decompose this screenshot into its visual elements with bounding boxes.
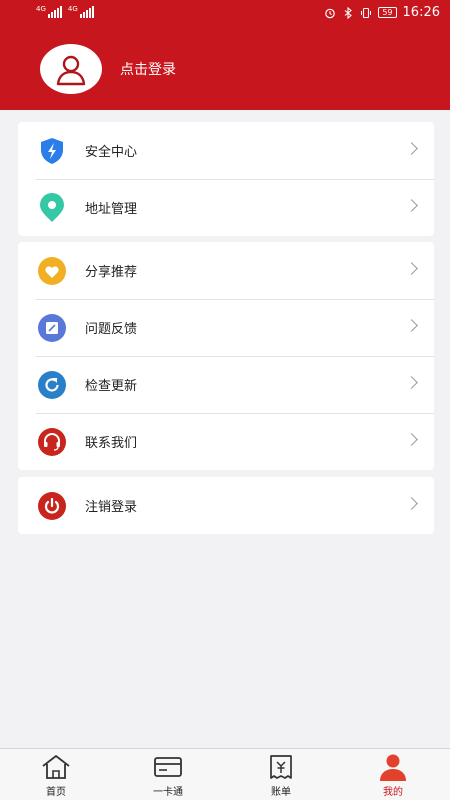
menu-group-1: 安全中心 地址管理: [18, 122, 434, 236]
chevron-right-icon: [405, 319, 418, 332]
chevron-right-icon: [405, 433, 418, 446]
bluetooth-icon: [344, 6, 353, 19]
menu-item-label: 地址管理: [85, 202, 138, 217]
tab-bill[interactable]: 账单: [246, 753, 316, 798]
headset-icon: [36, 426, 68, 458]
alarm-icon: [325, 8, 336, 18]
shield-lightning-icon: [36, 135, 68, 167]
user-icon: [56, 55, 86, 86]
menu-item-check-update[interactable]: 检查更新: [18, 356, 434, 413]
network-type-label: 4G: [36, 5, 46, 13]
menu-item-label: 问题反馈: [85, 322, 138, 337]
menu-item-label: 检查更新: [85, 379, 138, 394]
tab-label: 我的: [383, 787, 403, 798]
menu-item-contact-us[interactable]: 联系我们: [18, 413, 434, 470]
power-icon: [36, 490, 68, 522]
menu-item-label: 安全中心: [85, 145, 138, 160]
feedback-edit-icon: [36, 312, 68, 344]
chevron-right-icon: [405, 199, 418, 212]
tab-label: 账单: [271, 787, 291, 798]
signal-icon: 4G: [36, 6, 62, 18]
menu-item-label: 分享推荐: [85, 265, 138, 280]
menu-group-3: 注销登录: [18, 477, 434, 534]
card-icon: [151, 753, 185, 781]
menu-item-label: 注销登录: [85, 500, 138, 515]
battery-icon: 59: [378, 7, 397, 18]
avatar[interactable]: [40, 44, 102, 94]
login-entry[interactable]: 点击登录: [40, 44, 176, 94]
login-link[interactable]: 点击登录: [120, 59, 176, 79]
menu-item-security-center[interactable]: 安全中心: [18, 122, 434, 179]
chevron-right-icon: [405, 376, 418, 389]
profile-header: 4G 4G 59 16:26 点击登录: [0, 0, 450, 110]
tab-label: 首页: [46, 787, 66, 798]
tab-home[interactable]: 首页: [21, 753, 91, 798]
clock: 16:26: [402, 5, 440, 20]
signal-icon: 4G: [68, 6, 94, 18]
chevron-right-icon: [405, 142, 418, 155]
refresh-icon: [36, 369, 68, 401]
tab-card[interactable]: 一卡通: [133, 753, 203, 798]
menu-item-logout[interactable]: 注销登录: [18, 477, 434, 534]
chevron-right-icon: [405, 497, 418, 510]
vibrate-icon: [361, 7, 372, 18]
home-icon: [39, 753, 73, 781]
menu-item-feedback[interactable]: 问题反馈: [18, 299, 434, 356]
bottom-tab-bar: 首页 一卡通 账单 我的: [0, 748, 450, 800]
menu-group-2: 分享推荐 问题反馈 检查更新 联系我们: [18, 242, 434, 470]
chevron-right-icon: [405, 262, 418, 275]
status-bar: 4G 4G 59 16:26: [0, 0, 450, 28]
heart-icon: [36, 255, 68, 287]
user-icon: [376, 753, 410, 781]
menu-item-share[interactable]: 分享推荐: [18, 242, 434, 299]
network-type-label: 4G: [67, 5, 78, 13]
tab-mine[interactable]: 我的: [358, 753, 428, 798]
bill-icon: [264, 753, 298, 781]
menu-item-label: 联系我们: [85, 436, 138, 451]
location-pin-icon: [36, 192, 68, 224]
tab-label: 一卡通: [153, 787, 183, 798]
menu-item-address[interactable]: 地址管理: [18, 179, 434, 236]
